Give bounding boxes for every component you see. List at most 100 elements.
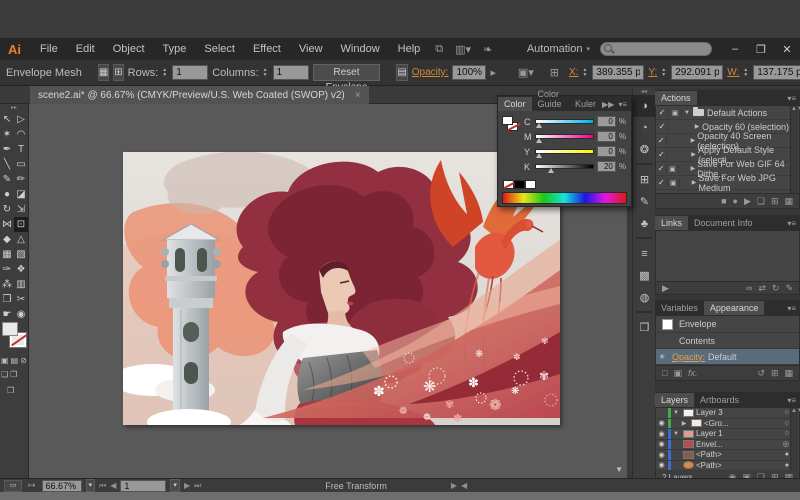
draw-behind-icon[interactable]: ❐ xyxy=(10,370,17,379)
artboard-tool[interactable]: ❒ xyxy=(0,292,14,307)
yellow-slider[interactable]: Y 0 % xyxy=(524,145,626,158)
eraser-tool[interactable]: ◪ xyxy=(14,187,28,202)
stroke-panel-icon[interactable]: ≡ xyxy=(633,243,656,265)
layer-name[interactable]: Envel... xyxy=(696,440,723,449)
graphic-styles-panel-icon[interactable]: ❐ xyxy=(633,317,656,339)
style-dropdown-icon[interactable]: ▣▾ xyxy=(512,66,540,79)
type-tool[interactable]: T xyxy=(14,142,28,157)
lasso-tool[interactable]: ◠ xyxy=(14,127,28,142)
appearance-label[interactable]: Envelope xyxy=(679,319,717,329)
expand-triangle-icon[interactable]: ▼ xyxy=(671,410,681,416)
w-link[interactable]: W: xyxy=(727,67,739,78)
tab-links[interactable]: Links xyxy=(655,216,688,230)
columns-stepper[interactable]: ▲▼ xyxy=(263,68,268,78)
stop-playing-icon[interactable]: ■ xyxy=(721,196,726,206)
action-set-row[interactable]: ✓ ▣ ▼ Default Actions xyxy=(656,106,799,120)
layer-row[interactable]: ◉ ▶ <Gro... ○ xyxy=(656,419,799,430)
gradient-button[interactable]: ▤ xyxy=(11,356,19,365)
expand-triangle-icon[interactable]: ▶ xyxy=(679,420,689,427)
x-input[interactable] xyxy=(592,65,644,80)
black-swatch[interactable] xyxy=(514,180,525,189)
action-label[interactable]: Save For Web JPG Medium xyxy=(699,173,799,193)
eye-icon[interactable]: ◉ xyxy=(656,353,668,360)
update-link-icon[interactable]: ↻ xyxy=(772,283,780,294)
delete-item-icon[interactable]: ▦ xyxy=(784,368,793,379)
new-set-icon[interactable]: ❏ xyxy=(757,196,765,207)
expand-triangle-icon[interactable]: ▼ xyxy=(682,110,692,116)
search-input[interactable] xyxy=(600,42,712,56)
y-input[interactable] xyxy=(671,65,723,80)
magenta-slider[interactable]: M 0 % xyxy=(524,130,626,143)
selection-tool[interactable]: ↖ xyxy=(0,112,14,127)
toggle-item-check[interactable]: ✓ xyxy=(656,108,669,117)
free-transform-tool[interactable]: ⊡ xyxy=(14,217,28,232)
menu-select[interactable]: Select xyxy=(195,43,244,55)
arrange-documents-icon[interactable]: ▥▾ xyxy=(449,43,477,56)
status-grid-icon[interactable]: ▭ xyxy=(4,480,22,492)
duplicate-item-icon[interactable]: ⊞ xyxy=(771,368,779,379)
bridge-icon[interactable]: ⧉ xyxy=(429,43,449,56)
layer-row[interactable]: ◉ <Path> ● xyxy=(656,450,799,461)
first-artboard-icon[interactable]: ⏮ xyxy=(99,481,106,491)
color-guide-panel-icon[interactable]: ◔ xyxy=(633,117,656,139)
reset-envelope-shape-button[interactable]: Reset Envelope Shape xyxy=(313,64,381,81)
tab-color[interactable]: Color xyxy=(498,97,532,111)
target-circle-icon[interactable]: ○ xyxy=(785,409,789,416)
next-artboard-icon[interactable]: ▶ xyxy=(184,481,190,490)
white-swatch[interactable] xyxy=(525,180,536,189)
visibility-toggle[interactable]: ◉ xyxy=(656,419,668,427)
scale-tool[interactable]: ⇲ xyxy=(14,202,28,217)
export-icon[interactable]: ↦ xyxy=(26,480,38,491)
menu-edit[interactable]: Edit xyxy=(67,43,104,55)
make-envelope-mesh-icon[interactable]: ▦ xyxy=(98,64,109,81)
brushes-panel-icon[interactable]: ✎ xyxy=(633,191,656,213)
layer-name[interactable]: Layer 1 xyxy=(696,429,723,438)
panel-menu-icon[interactable]: ▾≡ xyxy=(787,396,800,407)
color-button[interactable]: ▣ xyxy=(1,356,9,365)
close-button[interactable]: ✕ xyxy=(774,43,800,56)
paintbrush-tool[interactable]: ✎ xyxy=(0,172,14,187)
tab-actions[interactable]: Actions xyxy=(655,91,697,105)
rows-input[interactable] xyxy=(172,65,208,80)
shape-builder-tool[interactable]: ◆ xyxy=(0,232,14,247)
menu-object[interactable]: Object xyxy=(104,43,154,55)
color-spectrum-bar[interactable] xyxy=(502,192,627,204)
toggle-item-check[interactable]: ✓ xyxy=(656,136,667,145)
reference-point-icon[interactable]: ⊞ xyxy=(544,66,565,79)
mesh-tool[interactable]: ▦ xyxy=(0,247,14,262)
gradient-panel-icon[interactable]: ▩ xyxy=(633,265,656,287)
dialog-toggle-icon[interactable]: ▣ xyxy=(669,109,682,117)
color-mode-buttons[interactable]: ▣▤⊘ xyxy=(1,356,27,365)
document-tab[interactable]: scene2.ai* @ 66.67% (CMYK/Preview/U.S. W… xyxy=(30,86,369,104)
document-close-icon[interactable]: × xyxy=(355,90,361,101)
none-swatch[interactable] xyxy=(503,180,514,189)
layer-name[interactable]: Layer 3 xyxy=(696,408,723,417)
panel-menu-icon[interactable]: ▾≡ xyxy=(787,304,800,315)
menu-file[interactable]: File xyxy=(31,43,67,55)
delete-icon[interactable]: ▦ xyxy=(784,196,793,207)
restore-button[interactable]: ❐ xyxy=(748,43,774,56)
action-row[interactable]: ✓ ▣ ▶ Save For Web JPG Medium xyxy=(656,176,799,190)
rotate-tool[interactable]: ↻ xyxy=(0,202,14,217)
menu-type[interactable]: Type xyxy=(154,43,196,55)
toggle-item-check[interactable]: ✓ xyxy=(656,150,668,159)
width-tool[interactable]: ⋈ xyxy=(0,217,14,232)
visibility-toggle[interactable]: ◉ xyxy=(656,430,668,438)
toggle-item-check[interactable]: ✓ xyxy=(656,164,667,173)
rectangle-tool[interactable]: ▭ xyxy=(14,157,28,172)
prev-artboard-icon[interactable]: ◀ xyxy=(110,481,116,490)
menu-window[interactable]: Window xyxy=(332,43,389,55)
actions-scrollbar[interactable]: ▲▼ xyxy=(790,106,798,193)
layer-name[interactable]: <Gro... xyxy=(704,419,729,428)
new-stroke-icon[interactable]: □ xyxy=(662,368,667,379)
appearance-row-opacity[interactable]: ◉ Opacity: Default xyxy=(656,349,799,365)
graph-tool[interactable]: ▥ xyxy=(14,277,28,292)
artboard-dropdown-icon[interactable]: ▾ xyxy=(170,479,180,492)
expand-triangle-icon[interactable]: ▼ xyxy=(671,431,681,437)
w-stepper[interactable]: ▲▼ xyxy=(743,68,748,78)
visibility-toggle[interactable]: ◉ xyxy=(656,461,668,469)
target-circle-icon[interactable]: ◎ xyxy=(783,440,789,448)
appearance-row-contents[interactable]: Contents xyxy=(656,333,799,349)
status-menu-icon[interactable]: ▶ xyxy=(451,481,457,490)
last-artboard-icon[interactable]: ⏭ xyxy=(194,481,201,491)
